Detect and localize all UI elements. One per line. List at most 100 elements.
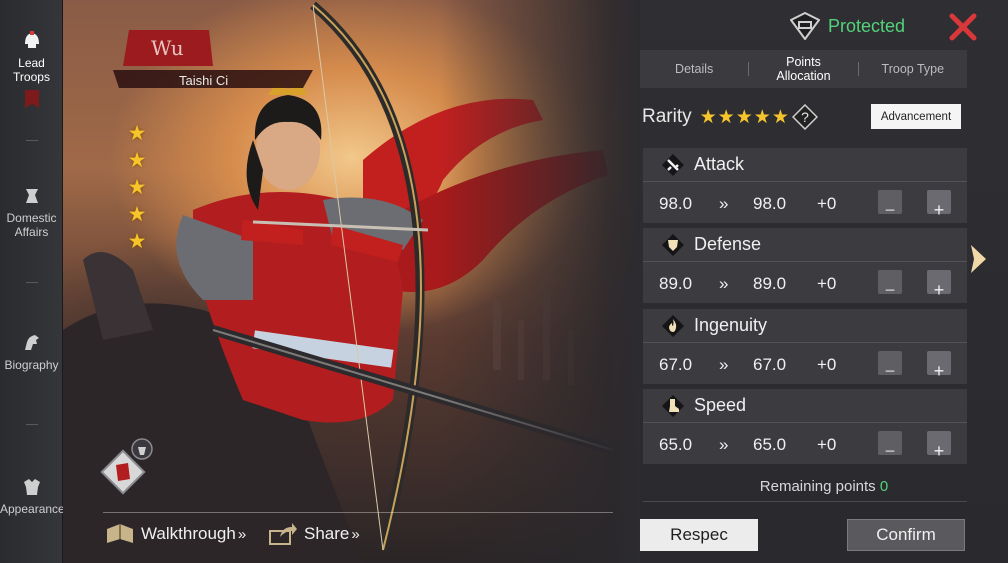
rarity-label: Rarity: [642, 106, 692, 127]
stat-defense: Defense 89.0 » 89.0 +0 − +: [643, 228, 967, 303]
walkthrough-label: Walkthrough: [141, 524, 236, 543]
close-icon[interactable]: [948, 12, 978, 42]
next-hero-arrow-icon[interactable]: [966, 242, 990, 276]
star-icon: ★: [127, 149, 147, 172]
plus-icon: +: [933, 200, 945, 220]
tab-label: Troop Type: [881, 62, 945, 76]
sidebar-item-label: Biography: [4, 358, 59, 372]
new-value: 98.0: [753, 194, 787, 213]
flame-icon: [662, 314, 684, 337]
increase-speed-button[interactable]: +: [927, 431, 951, 461]
walkthrough-button[interactable]: Walkthrough »: [105, 520, 246, 548]
increase-ingenuity-button[interactable]: +: [927, 351, 951, 381]
respec-button[interactable]: Respec: [640, 519, 758, 551]
sidebar-item-label: Domestic: [6, 211, 57, 225]
current-value: 67.0: [659, 355, 693, 374]
tab-troop-type[interactable]: Troop Type: [859, 62, 967, 76]
star-icon: ★: [127, 122, 147, 145]
stat-name: Speed: [694, 395, 747, 415]
chevron-right-icon: »: [237, 525, 247, 543]
remaining-points: Remaining points 0: [640, 478, 1008, 495]
star-icon: ★: [753, 106, 771, 128]
sidebar-item-domestic-affairs[interactable]: Domestic Affairs: [0, 185, 63, 239]
stat-values: 65.0 » 65.0 +0 − +: [643, 425, 967, 463]
tab-label: Details: [675, 62, 714, 76]
star-icon: ★: [127, 203, 147, 226]
new-value: 89.0: [753, 274, 787, 293]
stat-values: 98.0 » 98.0 +0 − +: [643, 184, 967, 222]
sword-icon: [662, 153, 684, 176]
decrease-ingenuity-button[interactable]: −: [878, 351, 902, 381]
added-value: +0: [817, 435, 837, 454]
share-button[interactable]: Share »: [268, 520, 360, 548]
hero-artwork: Wu Taishi Ci ★ ★ ★ ★ ★ Walkthrough » Sha…: [63, 0, 640, 563]
stat-header: Defense: [643, 228, 967, 262]
hero-name: Taishi Ci: [179, 73, 229, 88]
help-icon[interactable]: ?: [791, 104, 818, 130]
share-label: Share: [304, 524, 350, 543]
added-value: +0: [817, 355, 837, 374]
current-value: 65.0: [659, 435, 693, 454]
stat-ingenuity: Ingenuity 67.0 » 67.0 +0 − +: [643, 309, 967, 384]
rarity-row: Rarity ★ ★ ★ ★ ★ ?: [642, 102, 818, 132]
advancement-button[interactable]: Advancement: [871, 104, 961, 129]
remaining-value: 0: [879, 478, 889, 495]
tab-details[interactable]: Details: [640, 62, 748, 76]
tab-points-allocation[interactable]: Points Allocation: [749, 55, 857, 83]
hero-name-banner: Wu Taishi Ci: [113, 26, 313, 92]
flag-marker-icon: [24, 90, 39, 108]
sidebar-item-label: Affairs: [14, 225, 49, 239]
new-value: 67.0: [753, 355, 787, 374]
boot-icon: [662, 394, 684, 417]
increase-defense-button[interactable]: +: [927, 270, 951, 300]
shield-icon: [662, 233, 684, 256]
horse-icon: [24, 335, 39, 350]
sidebar-item-appearance[interactable]: Appearance: [0, 476, 65, 516]
remaining-label: Remaining points: [759, 478, 876, 495]
stat-values: 67.0 » 67.0 +0 − +: [643, 345, 967, 383]
tab-label: Points: [786, 55, 821, 69]
minus-icon: −: [884, 361, 896, 381]
stat-speed: Speed 65.0 » 65.0 +0 − +: [643, 389, 967, 464]
divider: [103, 512, 613, 513]
current-value: 98.0: [659, 194, 693, 213]
star-icon: ★: [127, 176, 147, 199]
sidebar-item-label: Lead: [18, 56, 45, 70]
star-icon: ★: [127, 230, 147, 253]
chevron-right-icon: »: [351, 525, 360, 543]
sidebar-item-lead-troops[interactable]: Lead Troops: [0, 30, 63, 112]
protected-status[interactable]: Protected: [790, 12, 905, 40]
increase-attack-button[interactable]: +: [927, 190, 951, 220]
added-value: +0: [817, 194, 837, 213]
stat-name: Defense: [694, 234, 762, 254]
stat-header: Attack: [643, 148, 967, 182]
divider: [643, 501, 967, 502]
stat-name: Attack: [694, 154, 745, 174]
star-icon: ★: [771, 106, 789, 128]
stat-name: Ingenuity: [694, 315, 768, 335]
sidebar-item-biography[interactable]: Biography: [0, 332, 63, 372]
decrease-speed-button[interactable]: −: [878, 431, 902, 461]
decrease-defense-button[interactable]: −: [878, 270, 902, 300]
double-chevron-icon: »: [719, 435, 729, 454]
new-value: 65.0: [753, 435, 787, 454]
divider: [26, 282, 38, 283]
double-chevron-icon: »: [719, 274, 729, 293]
troop-type-badge[interactable]: [98, 435, 160, 497]
plus-icon: +: [933, 361, 945, 381]
decrease-attack-button[interactable]: −: [878, 190, 902, 220]
hero-star-rating: ★ ★ ★ ★ ★: [125, 120, 149, 255]
star-icon: ★: [735, 106, 753, 128]
confirm-button[interactable]: Confirm: [847, 519, 965, 551]
plus-icon: +: [933, 441, 945, 461]
help-glyph: ?: [801, 109, 809, 125]
stat-header: Speed: [643, 389, 967, 423]
double-chevron-icon: »: [719, 355, 729, 374]
divider: [26, 424, 38, 425]
protected-label: Protected: [828, 15, 906, 36]
star-icon: ★: [717, 106, 735, 128]
sidebar-item-label: Troops: [13, 70, 50, 84]
armor-icon: [23, 479, 40, 495]
lock-shield-icon: [790, 12, 820, 40]
faction-label: Wu: [151, 36, 184, 60]
